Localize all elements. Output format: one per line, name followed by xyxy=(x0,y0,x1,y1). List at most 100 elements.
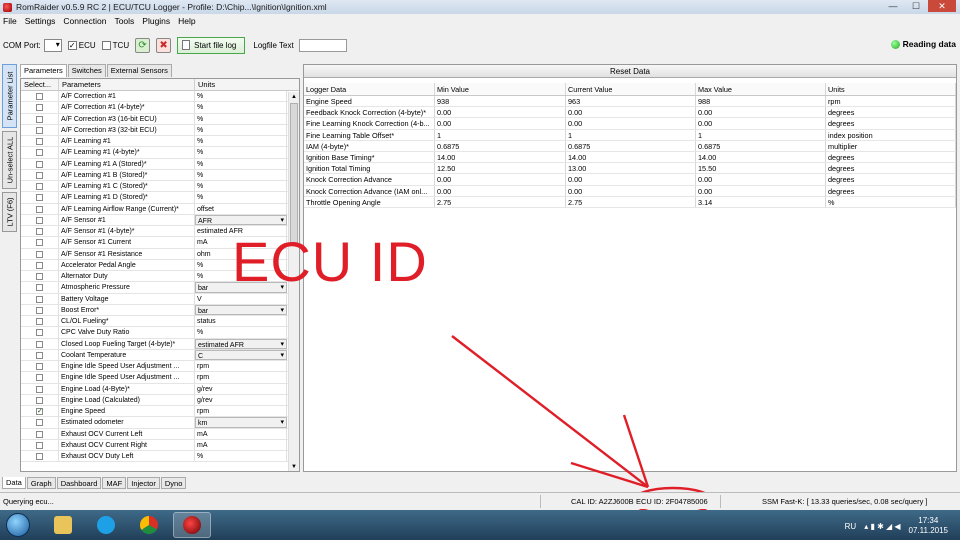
parameter-checkbox[interactable] xyxy=(36,351,43,359)
parameter-row[interactable]: Exhaust OCV Current Right mA xyxy=(21,439,299,451)
parameter-checkbox[interactable]: ✓ xyxy=(36,408,43,415)
parameter-checkbox[interactable] xyxy=(36,340,43,348)
parameter-checkbox[interactable] xyxy=(36,160,43,168)
menu-plugins[interactable]: Plugins xyxy=(142,16,170,26)
logger-row[interactable]: Throttle Opening Angle 2.75 2.75 3.14% xyxy=(304,196,956,208)
parameter-checkbox[interactable] xyxy=(36,149,43,157)
parameter-checkbox[interactable] xyxy=(36,138,43,145)
disconnect-icon[interactable]: ✖ xyxy=(156,37,172,53)
parameter-unit-select[interactable]: km xyxy=(195,417,287,428)
parameter-checkbox[interactable] xyxy=(36,228,43,235)
parameter-checkbox[interactable] xyxy=(36,261,43,269)
parameter-checkbox[interactable] xyxy=(36,126,43,134)
menu-help[interactable]: Help xyxy=(178,16,195,26)
parameter-row[interactable]: ✓ Engine Speed rpm xyxy=(21,406,299,418)
tcu-checkbox[interactable] xyxy=(101,40,111,50)
parameter-unit-select[interactable]: bar xyxy=(195,304,287,315)
clock[interactable]: 17:34 07.11.2015 xyxy=(909,516,948,536)
column-min-value[interactable]: Min Value xyxy=(435,83,566,95)
start-button[interactable] xyxy=(6,513,30,537)
scroll-thumb[interactable] xyxy=(290,103,298,243)
skype-icon[interactable] xyxy=(87,512,125,538)
parameter-checkbox[interactable] xyxy=(36,183,43,190)
tab-parameters[interactable]: Parameters xyxy=(20,64,67,77)
parameter-checkbox[interactable] xyxy=(36,205,43,213)
column-select[interactable]: Select... xyxy=(21,79,59,90)
parameter-checkbox[interactable] xyxy=(36,441,43,449)
logger-row[interactable]: Knock Correction Advance (IAM onl... 0.00… xyxy=(304,185,956,197)
start-file-log-button[interactable]: Start file log xyxy=(177,36,246,54)
logger-row[interactable]: Knock Correction Advance 0.00 0.00 0.00 degr… xyxy=(304,174,956,186)
logger-row[interactable]: Ignition Total Timing 12.50 13.00 15.50 degr… xyxy=(304,163,956,175)
parameter-checkbox[interactable] xyxy=(36,430,43,438)
parameter-row[interactable]: A/F Learning #1 B (Stored)*% xyxy=(21,169,299,181)
tab-injector[interactable]: Injector xyxy=(127,477,160,489)
parameter-unit-select[interactable]: estimated AFR xyxy=(195,338,287,349)
scroll-down-icon[interactable]: ▼ xyxy=(289,462,299,471)
logger-row[interactable]: IAM (4-byte)* 0.6875 0.6875 0.6875 multiplie… xyxy=(304,140,956,152)
parameter-checkbox[interactable] xyxy=(36,329,43,337)
logger-row[interactable]: Feedback Knock Correction (4-byte)* 0.00 0… xyxy=(304,107,956,119)
parameter-row[interactable]: Estimated odometer km xyxy=(21,417,299,429)
column-max-value[interactable]: Max Value xyxy=(696,83,826,95)
parameter-row[interactable]: Engine Load (Calculated) g/rev xyxy=(21,394,299,406)
tab-ltv[interactable]: LTV (F6) xyxy=(2,192,17,232)
minimize-button[interactable]: — xyxy=(882,0,904,12)
logger-row[interactable]: Fine Learning Table Offset* 1 1 1 index posi… xyxy=(304,129,956,141)
parameter-row[interactable]: A/F Correction #1 (4-byte)*% xyxy=(21,102,299,114)
parameter-checkbox[interactable] xyxy=(36,239,43,247)
tab-dashboard[interactable]: Dashboard xyxy=(56,477,102,489)
tray-icons[interactable]: ▴ ▮ ✱ ◢ ◀ xyxy=(864,522,900,531)
parameter-checkbox[interactable] xyxy=(36,194,43,202)
parameter-checkbox[interactable] xyxy=(36,104,43,112)
parameter-row[interactable]: A/F Learning Airflow Range (Current)* off… xyxy=(21,203,299,215)
parameter-checkbox[interactable] xyxy=(36,93,43,100)
tab-external-sensors[interactable]: External Sensors xyxy=(106,64,172,77)
menu-settings[interactable]: Settings xyxy=(25,16,56,26)
language-indicator[interactable]: RU xyxy=(845,522,857,531)
tab-dyno[interactable]: Dyno xyxy=(160,477,187,489)
parameter-checkbox[interactable] xyxy=(36,284,43,292)
parameter-row[interactable]: Closed Loop Fueling Target (4-byte)* esti… xyxy=(21,338,299,350)
parameter-row[interactable]: Engine Load (4-Byte)* g/rev xyxy=(21,383,299,395)
chrome-icon[interactable] xyxy=(130,512,168,538)
tab-parameter-list[interactable]: Parameter List xyxy=(2,64,17,128)
com-port-select[interactable] xyxy=(43,38,62,52)
parameter-row[interactable]: Exhaust OCV Current Left mA xyxy=(21,428,299,440)
tab-maf[interactable]: MAF xyxy=(102,477,127,489)
menu-file[interactable]: File xyxy=(3,16,17,26)
parameter-row[interactable]: A/F Learning #1 A (Stored)*% xyxy=(21,158,299,170)
column-current-value[interactable]: Current Value xyxy=(566,83,696,95)
explorer-icon[interactable] xyxy=(44,512,82,538)
logger-row[interactable]: Engine Speed 938 963 988 rpm xyxy=(304,96,956,108)
parameter-row[interactable]: A/F Correction #3 (32-bit ECU)% xyxy=(21,124,299,136)
logger-row[interactable]: Ignition Base Timing* 14.00 14.00 14.00 degr… xyxy=(304,151,956,164)
parameter-row[interactable]: Battery Voltage V xyxy=(21,293,299,305)
parameter-row[interactable]: A/F Learning #1 D (Stored)*% xyxy=(21,192,299,204)
parameter-row[interactable]: A/F Correction #3 (16-bit ECU)% xyxy=(21,113,299,125)
reset-data-button[interactable]: Reset Data xyxy=(304,65,956,78)
tab-switches[interactable]: Switches xyxy=(67,64,106,77)
parameter-checkbox[interactable] xyxy=(36,115,43,123)
close-button[interactable]: ✕ xyxy=(928,0,956,12)
romraider-taskbar-icon[interactable] xyxy=(173,512,211,538)
parameter-row[interactable]: Engine Idle Speed User Adjustment ... rpm xyxy=(21,372,299,384)
column-units[interactable]: Units xyxy=(195,79,287,90)
parameter-row[interactable]: A/F Learning #1 (4-byte)*% xyxy=(21,147,299,159)
tab-unselect-all[interactable]: Un-select ALL xyxy=(2,131,17,189)
parameter-unit-select[interactable]: C xyxy=(195,349,287,360)
parameter-row[interactable]: Boost Error* bar xyxy=(21,304,299,316)
parameter-checkbox[interactable] xyxy=(36,318,43,325)
logfile-text-input[interactable] xyxy=(298,38,347,52)
column-units[interactable]: Units xyxy=(826,83,956,95)
parameter-row[interactable]: Engine Idle Speed User Adjustment ... rpm xyxy=(21,361,299,373)
tab-data[interactable]: Data xyxy=(2,477,26,489)
parameter-row[interactable]: A/F Sensor #1 AFR xyxy=(21,214,299,226)
parameter-checkbox[interactable] xyxy=(36,295,43,303)
parameter-checkbox[interactable] xyxy=(36,250,43,258)
parameter-checkbox[interactable] xyxy=(36,216,43,224)
parameter-checkbox[interactable] xyxy=(36,396,43,404)
parameter-row[interactable]: CPC Valve Duty Ratio% xyxy=(21,327,299,339)
parameter-checkbox[interactable] xyxy=(36,453,43,460)
parameter-row[interactable]: A/F Learning #1% xyxy=(21,136,299,148)
